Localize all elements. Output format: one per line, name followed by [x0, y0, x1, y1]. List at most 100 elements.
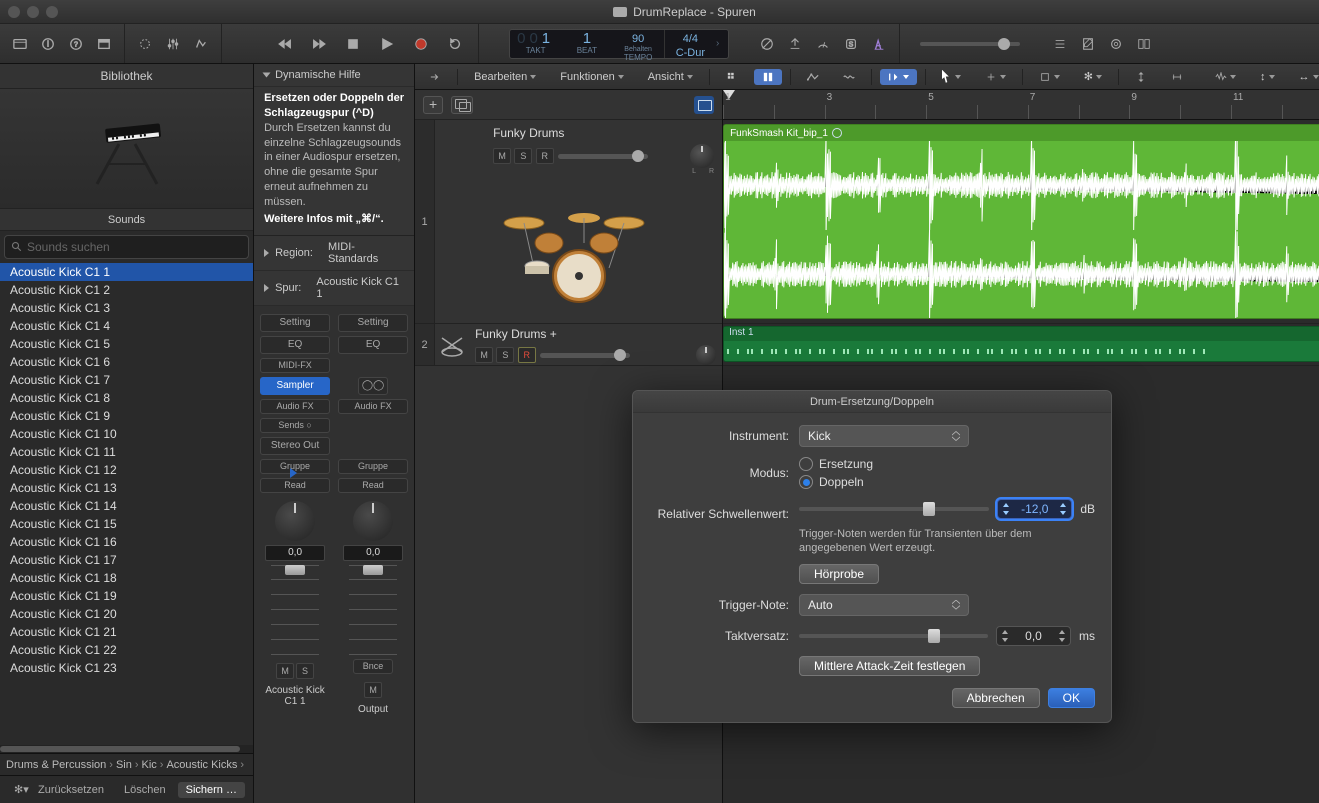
- zoom-horizontal-icon[interactable]: [1163, 69, 1191, 85]
- group-slot[interactable]: Gruppe: [338, 459, 408, 474]
- setting-slot[interactable]: Setting: [338, 314, 408, 332]
- list-item[interactable]: Acoustic Kick C1 4: [0, 317, 253, 335]
- volume-value[interactable]: 0,0: [265, 545, 325, 561]
- pointer-tool-icon[interactable]: [934, 67, 969, 87]
- traffic-lights[interactable]: [8, 6, 58, 18]
- master-volume-slider[interactable]: [920, 42, 1020, 46]
- loops-icon[interactable]: [1104, 32, 1128, 56]
- track-header-1[interactable]: 1 Funky Drums M S R LR: [415, 120, 722, 324]
- track-volume-slider[interactable]: [558, 154, 648, 159]
- offset-spinner[interactable]: 0,0: [996, 626, 1071, 646]
- audiofx-slot[interactable]: Audio FX: [338, 399, 408, 414]
- zoom-vertical-icon[interactable]: [1127, 69, 1155, 85]
- list-item[interactable]: Acoustic Kick C1 8: [0, 389, 253, 407]
- bounce-button[interactable]: Bnce: [353, 659, 393, 674]
- replace-icon[interactable]: [755, 32, 779, 56]
- list-item[interactable]: Acoustic Kick C1 14: [0, 497, 253, 515]
- cancel-button[interactable]: Abbrechen: [952, 688, 1040, 708]
- list-item[interactable]: Acoustic Kick C1 1: [0, 263, 253, 281]
- timeline-ruler[interactable]: 135 7911: [723, 90, 1319, 120]
- zoom-icon[interactable]: [46, 6, 58, 18]
- list-item[interactable]: Acoustic Kick C1 7: [0, 371, 253, 389]
- list-item[interactable]: Acoustic Kick C1 18: [0, 569, 253, 587]
- functions-menu[interactable]: Funktionen: [552, 68, 631, 86]
- minimize-icon[interactable]: [27, 6, 39, 18]
- list-item[interactable]: Acoustic Kick C1 21: [0, 623, 253, 641]
- gear-icon[interactable]: ✻▾: [6, 781, 26, 798]
- list-item[interactable]: Acoustic Kick C1 15: [0, 515, 253, 533]
- list-item[interactable]: Acoustic Kick C1 2: [0, 281, 253, 299]
- track-lane-1[interactable]: FunkSmash Kit_bip_1: [723, 120, 1319, 324]
- playhead-in-icon[interactable]: [880, 69, 917, 85]
- list-item[interactable]: Acoustic Kick C1 10: [0, 425, 253, 443]
- rewind-button[interactable]: [270, 30, 300, 58]
- edit-menu[interactable]: Bearbeiten: [466, 68, 544, 86]
- automation-slot[interactable]: Read: [338, 478, 408, 493]
- midi-region[interactable]: Inst 1: [723, 326, 1319, 362]
- pan-knob[interactable]: [690, 144, 714, 168]
- solo-button[interactable]: S: [496, 347, 514, 363]
- browsers-icon[interactable]: [1132, 32, 1156, 56]
- prelisten-button[interactable]: Hörprobe: [799, 564, 879, 584]
- reset-button[interactable]: Zurücksetzen: [30, 782, 112, 798]
- list-item[interactable]: Acoustic Kick C1 11: [0, 443, 253, 461]
- track-volume-slider[interactable]: [540, 353, 630, 358]
- mute-button[interactable]: M: [364, 682, 382, 698]
- list-item[interactable]: Acoustic Kick C1 22: [0, 641, 253, 659]
- ok-button[interactable]: OK: [1048, 688, 1095, 708]
- search-input[interactable]: Sounds suchen: [4, 235, 249, 259]
- list-editors-icon[interactable]: [1048, 32, 1072, 56]
- play-button[interactable]: [372, 30, 402, 58]
- save-button[interactable]: Sichern …: [178, 782, 245, 798]
- list-item[interactable]: Acoustic Kick C1 5: [0, 335, 253, 353]
- mute-button[interactable]: M: [493, 148, 511, 164]
- vertical-zoom-icon[interactable]: ↕: [1252, 68, 1283, 86]
- mode-replace-radio[interactable]: Ersetzung: [799, 457, 1095, 471]
- track-name[interactable]: Funky Drums +: [475, 327, 716, 341]
- automation-icon[interactable]: [799, 69, 827, 85]
- offset-slider[interactable]: [799, 634, 988, 638]
- grid-icon[interactable]: [718, 69, 746, 85]
- instrument-dropdown[interactable]: Kick: [799, 425, 969, 447]
- cycle-button[interactable]: [440, 30, 470, 58]
- toolbar-toggle-icon[interactable]: [92, 32, 116, 56]
- volume-fader[interactable]: [271, 565, 319, 655]
- sends-slot[interactable]: Sends ○: [260, 418, 330, 433]
- view-menu[interactable]: Ansicht: [640, 68, 701, 86]
- catch-playhead-icon[interactable]: [421, 69, 449, 85]
- snap-menu[interactable]: [1031, 69, 1068, 85]
- track-header-2[interactable]: 2 Funky Drums + M S: [415, 324, 722, 366]
- list-item[interactable]: Acoustic Kick C1 20: [0, 605, 253, 623]
- eq-slot[interactable]: EQ: [260, 336, 330, 354]
- pan-knob[interactable]: [275, 501, 315, 541]
- quickhelp-toggle-icon[interactable]: ?: [64, 32, 88, 56]
- marquee-tool-icon[interactable]: [977, 69, 1014, 85]
- horizontal-zoom-icon[interactable]: ↔: [1291, 68, 1319, 86]
- low-latency-icon[interactable]: [783, 32, 807, 56]
- list-item[interactable]: Acoustic Kick C1 6: [0, 353, 253, 371]
- lcd-display[interactable]: 001TAKT 1BEAT 90BehaltenTEMPO 4/4C-Dur ›: [509, 29, 729, 59]
- pan-knob[interactable]: [696, 345, 716, 365]
- list-item[interactable]: Acoustic Kick C1 23: [0, 659, 253, 677]
- waveform-zoom-icon[interactable]: [1207, 69, 1244, 85]
- list-item[interactable]: Acoustic Kick C1 19: [0, 587, 253, 605]
- volume-fader[interactable]: [349, 565, 397, 655]
- record-button[interactable]: [406, 30, 436, 58]
- record-enable-button[interactable]: R: [536, 148, 554, 164]
- notepad-icon[interactable]: [1076, 32, 1100, 56]
- drag-menu[interactable]: ✻: [1076, 67, 1110, 86]
- pan-knob[interactable]: [353, 501, 393, 541]
- list-item[interactable]: Acoustic Kick C1 16: [0, 533, 253, 551]
- setting-slot[interactable]: Setting: [260, 314, 330, 332]
- trigger-note-dropdown[interactable]: Auto: [799, 594, 969, 616]
- global-tracks-button[interactable]: [694, 96, 714, 114]
- audiofx-slot[interactable]: Audio FX: [260, 399, 330, 414]
- mute-button[interactable]: M: [276, 663, 294, 679]
- flex-icon[interactable]: [835, 69, 863, 85]
- mute-button[interactable]: M: [475, 347, 493, 363]
- region-disclosure[interactable]: Region: MIDI-Standards: [254, 236, 414, 271]
- add-track-button[interactable]: +: [423, 96, 443, 114]
- stereo-link-slot[interactable]: ◯◯: [358, 377, 388, 395]
- midifx-slot[interactable]: MIDI-FX: [260, 358, 330, 373]
- stop-button[interactable]: [338, 30, 368, 58]
